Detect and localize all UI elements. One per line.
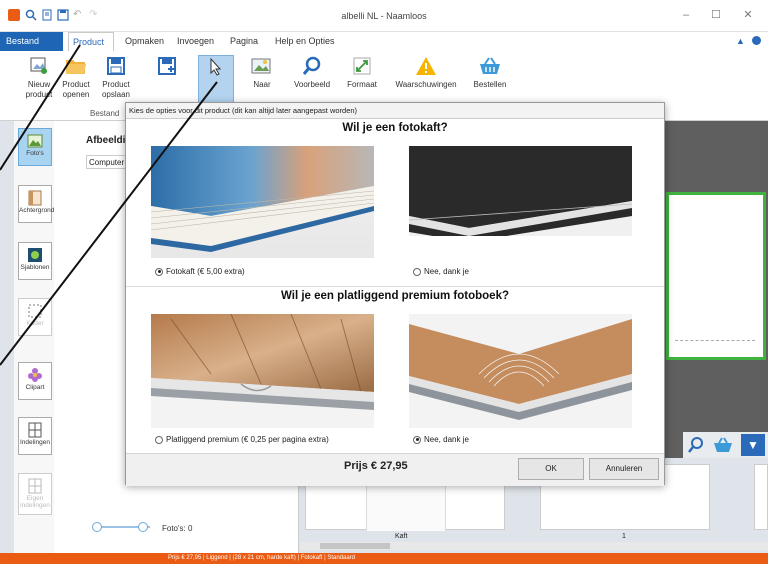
annotation-arrows: [0, 44, 218, 366]
